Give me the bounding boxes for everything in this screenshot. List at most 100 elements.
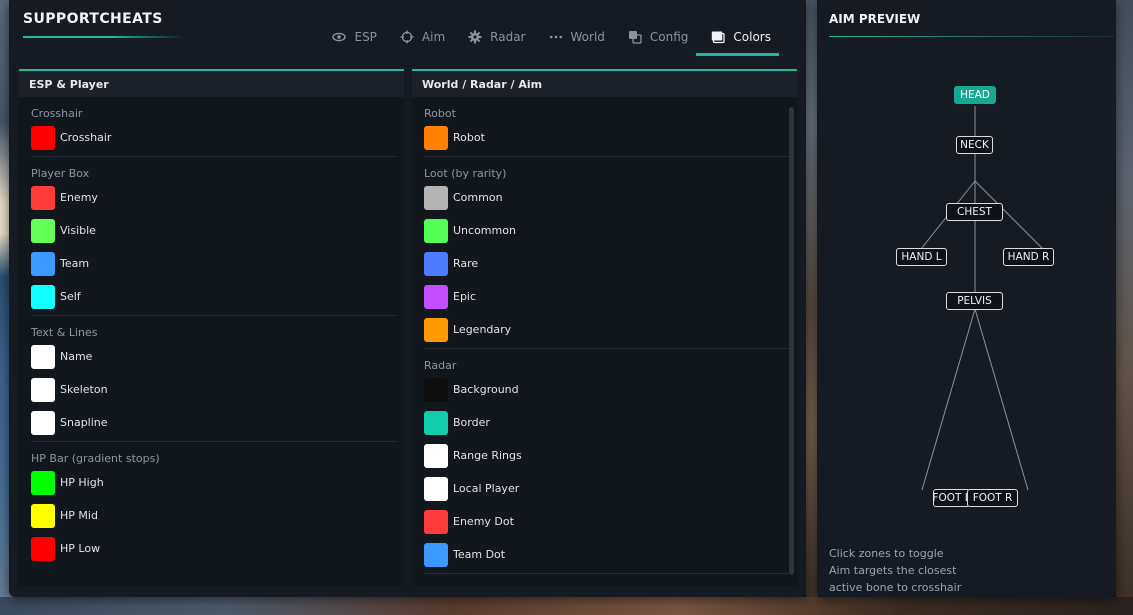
color-label: Skeleton: [60, 383, 108, 396]
color-swatch-button[interactable]: [424, 218, 448, 243]
bone-hand-l-button[interactable]: HAND L: [896, 248, 947, 266]
bone-neck-button[interactable]: NECK: [956, 136, 993, 154]
section-title: ESP & Player: [19, 71, 404, 97]
bone-hand-r-button[interactable]: HAND R: [1003, 248, 1054, 266]
tab-world[interactable]: World: [534, 18, 613, 56]
bone-chest-button[interactable]: CHEST: [946, 203, 1003, 221]
color-swatch-button[interactable]: [424, 410, 448, 435]
color-label: Local Player: [453, 482, 520, 495]
group-divider: [424, 573, 790, 574]
dots-icon: [549, 30, 563, 44]
tab-label: Colors: [733, 30, 771, 44]
color-row-rare: Rare: [412, 247, 797, 280]
bone-head-button[interactable]: HEAD: [954, 86, 996, 104]
color-row-common: Common: [412, 181, 797, 214]
color-swatch-button[interactable]: [424, 125, 448, 150]
color-swatch-button[interactable]: [424, 509, 448, 534]
color-swatch-button[interactable]: [424, 284, 448, 309]
color-row-border: Border: [412, 406, 797, 439]
tab-aim[interactable]: Aim: [385, 18, 453, 56]
color-label: Snapline: [60, 416, 108, 429]
color-label: Enemy: [60, 191, 98, 204]
tab-config[interactable]: Config: [613, 18, 697, 56]
color-row-robot: Robot: [412, 121, 797, 154]
color-label: HP Mid: [60, 509, 98, 522]
color-label: Robot: [453, 131, 485, 144]
color-swatch-button[interactable]: [424, 476, 448, 501]
tab-colors[interactable]: Colors: [696, 18, 779, 56]
main-panel: SUPPORTCHEATS ESP Aim Radar World Config Colo…: [9, 0, 806, 597]
eye-icon: [332, 30, 347, 44]
color-swatch-button[interactable]: [31, 410, 55, 435]
brand-title: SUPPORTCHEATS: [23, 11, 163, 27]
color-swatch-button[interactable]: [424, 251, 448, 276]
bone-foot-l-button[interactable]: FOOT L: [932, 489, 971, 507]
aim-hint-line: active bone to crosshair: [829, 581, 962, 594]
gear-icon: [468, 30, 482, 44]
color-label: Visible: [60, 224, 96, 237]
section-scrollbar[interactable]: [789, 107, 794, 575]
group-title: Crosshair: [31, 107, 83, 120]
color-row-name: Name: [19, 340, 404, 373]
color-swatch-button[interactable]: [31, 284, 55, 309]
color-swatch-button[interactable]: [31, 503, 55, 528]
tab-label: Config: [649, 30, 689, 44]
color-swatch-button[interactable]: [424, 317, 448, 342]
color-swatch-button[interactable]: [31, 218, 55, 243]
color-label: Range Rings: [453, 449, 522, 462]
color-row-team-dot: Team Dot: [412, 538, 797, 571]
color-label: Enemy Dot: [453, 515, 514, 528]
color-group-list: Robot Robot Loot (by rarity) Common Uncommon…: [412, 97, 797, 574]
color-swatch-button[interactable]: [31, 344, 55, 369]
color-swatch-button[interactable]: [31, 536, 55, 561]
bone-foot-r-button[interactable]: FOOT R: [967, 489, 1018, 507]
tab-radar[interactable]: Radar: [453, 18, 533, 56]
color-swatch-button[interactable]: [424, 443, 448, 468]
bone-pelvis-button[interactable]: PELVIS: [946, 292, 1003, 310]
color-label: Legendary: [453, 323, 512, 336]
palette-icon: [711, 30, 726, 44]
color-label: Rare: [453, 257, 479, 270]
aim-hint-line: Aim targets the closest: [829, 564, 957, 577]
color-label: HP Low: [60, 542, 101, 555]
color-swatch-button[interactable]: [31, 185, 55, 210]
color-swatch-button[interactable]: [31, 125, 55, 150]
color-row-hp-mid: HP Mid: [19, 499, 404, 532]
color-label: Name: [60, 350, 93, 363]
color-swatch-button[interactable]: [424, 377, 448, 402]
color-row-epic: Epic: [412, 280, 797, 313]
bone-line: [974, 308, 1029, 491]
color-label: Crosshair: [60, 131, 112, 144]
color-swatch-button[interactable]: [31, 377, 55, 402]
tab-esp[interactable]: ESP: [317, 18, 384, 56]
color-swatch-button[interactable]: [424, 185, 448, 210]
group-title: Player Box: [31, 167, 90, 180]
tab-label: World: [570, 30, 605, 44]
color-swatch-button[interactable]: [31, 470, 55, 495]
color-swatch-button[interactable]: [424, 542, 448, 567]
brand-underline: [23, 36, 185, 38]
color-row-range-rings: Range Rings: [412, 439, 797, 472]
color-row-local-player: Local Player: [412, 472, 797, 505]
section-title: World / Radar / Aim: [412, 71, 797, 97]
group-title: Radar: [424, 359, 457, 372]
color-row-enemy: Enemy: [19, 181, 404, 214]
group-title: Loot (by rarity): [424, 167, 507, 180]
color-row-crosshair: Crosshair: [19, 121, 404, 154]
background-scene-bottom: [0, 597, 1133, 615]
group-title: Robot: [424, 107, 456, 120]
color-row-hp-high: HP High: [19, 466, 404, 499]
color-swatch-button[interactable]: [31, 251, 55, 276]
color-label: Self: [60, 290, 81, 303]
color-label: Team Dot: [453, 548, 506, 561]
bone-line: [921, 308, 976, 491]
color-row-uncommon: Uncommon: [412, 214, 797, 247]
color-row-self: Self: [19, 280, 404, 313]
color-row-visible: Visible: [19, 214, 404, 247]
crosshair-icon: [400, 30, 414, 44]
tab-label: Aim: [421, 30, 446, 44]
color-label: Team: [60, 257, 90, 270]
color-label: HP High: [60, 476, 104, 489]
world-radar-aim-section: World / Radar / Aim Robot Robot Loot (by r…: [412, 69, 797, 586]
color-label: Epic: [453, 290, 477, 303]
